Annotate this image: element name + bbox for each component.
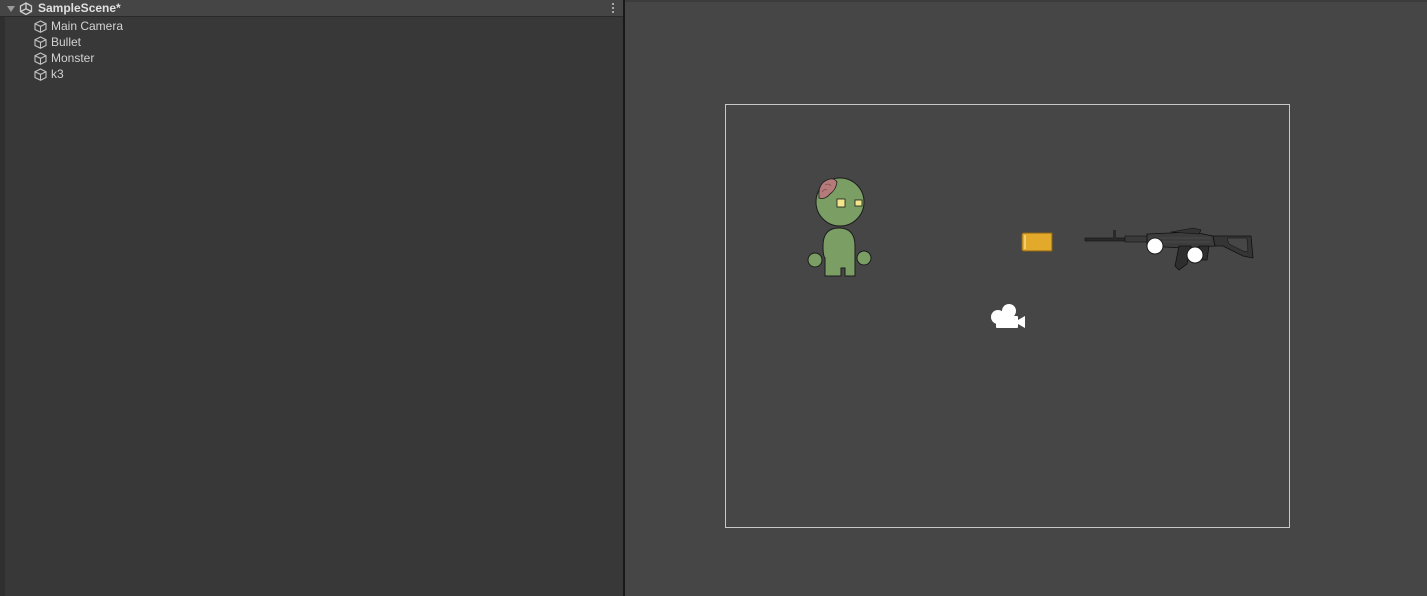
unity-scene-icon: [19, 2, 33, 15]
hierarchy-item-main-camera[interactable]: Main Camera: [5, 18, 623, 34]
scene-header-row[interactable]: SampleScene*: [0, 0, 623, 17]
cube-icon: [34, 52, 47, 65]
hierarchy-panel: SampleScene* Main Camera Bullet Monster: [0, 0, 623, 596]
hierarchy-item-label: k3: [51, 67, 64, 81]
hierarchy-item-label: Monster: [51, 51, 95, 65]
rifle-sprite[interactable]: [1083, 224, 1257, 278]
hierarchy-item-label: Main Camera: [51, 19, 124, 33]
viewport-top-border: [625, 0, 1427, 2]
scene-viewport[interactable]: [625, 0, 1427, 596]
cube-icon: [34, 20, 47, 33]
cube-icon: [34, 36, 47, 49]
bullet-sprite[interactable]: [1021, 230, 1055, 254]
hierarchy-item-monster[interactable]: Monster: [5, 50, 623, 66]
monster-sprite[interactable]: [805, 176, 875, 282]
hierarchy-item-bullet[interactable]: Bullet: [5, 34, 623, 50]
kebab-menu-icon[interactable]: [611, 3, 615, 15]
cube-icon: [34, 68, 47, 81]
hierarchy-gutter: [0, 17, 5, 596]
hierarchy-item-k3[interactable]: k3: [5, 66, 623, 82]
fold-arrow-icon[interactable]: [7, 6, 15, 12]
scene-name-label: SampleScene*: [38, 1, 121, 15]
unity-editor: SampleScene* Main Camera Bullet Monster: [0, 0, 1427, 596]
camera-gizmo-icon[interactable]: [989, 302, 1027, 330]
hierarchy-item-label: Bullet: [51, 35, 82, 49]
